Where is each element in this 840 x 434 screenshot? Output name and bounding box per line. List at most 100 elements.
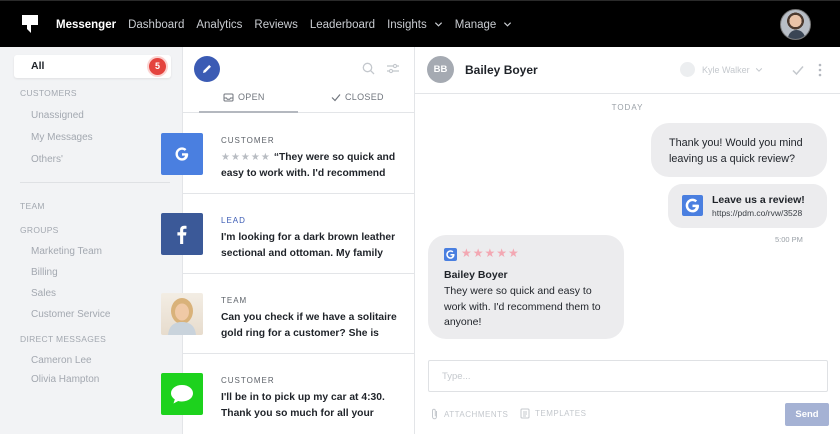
sidebar-item-all[interactable]: All 5: [14, 55, 171, 78]
sidebar-item-all-label: All: [31, 60, 45, 72]
review-link-title: Leave us a review!: [712, 194, 805, 206]
message-input[interactable]: [429, 361, 827, 391]
nav-manage-label: Manage: [454, 18, 497, 31]
nav-dashboard[interactable]: Dashboard: [128, 19, 184, 31]
compose-button[interactable]: [194, 56, 220, 82]
attachments-button[interactable]: ATTACHMENTS: [430, 408, 508, 420]
section-heading-team: TEAM: [20, 201, 45, 211]
sidebar-divider: [20, 182, 170, 183]
chevron-down-icon: [434, 22, 442, 27]
sidebar-item-others[interactable]: Others': [31, 154, 63, 165]
conversation-preview: ★★★★★ “They were so quick and easy to wor…: [221, 150, 401, 181]
incoming-review-bubble: ★★★★★ Bailey Boyer They were so quick an…: [428, 235, 624, 339]
assignee-name: Kyle Walker: [702, 64, 750, 75]
google-icon: [682, 195, 703, 216]
chat-header: BB Bailey Boyer Kyle Walker: [415, 47, 840, 94]
google-icon: [161, 133, 203, 175]
contact-avatar[interactable]: BB: [427, 56, 454, 83]
search-icon[interactable]: [362, 62, 375, 75]
sms-message-icon: [161, 373, 203, 415]
attachments-label: ATTACHMENTS: [444, 409, 509, 419]
chevron-down-icon: [504, 22, 512, 27]
send-button[interactable]: Send: [785, 403, 829, 426]
message-timestamp: 5:00 PM: [775, 235, 803, 244]
nav-insights-label: Insights: [387, 18, 427, 31]
conversation-item[interactable]: TEAM Can you check if we have a solitair…: [161, 274, 415, 354]
nav-leaderboard-label: Leaderboard: [309, 18, 376, 31]
main-nav: Messenger Dashboard Analytics Reviews Le…: [56, 1, 524, 48]
check-icon: [331, 93, 341, 101]
sidebar-item-sales[interactable]: Sales: [31, 288, 56, 299]
paperclip-icon: [432, 408, 437, 420]
sidebar-item-marketing-team[interactable]: Marketing Team: [31, 246, 102, 257]
date-divider: TODAY: [611, 103, 644, 112]
tab-closed-label: CLOSED: [345, 92, 384, 102]
nav-leaderboard[interactable]: Leaderboard: [310, 19, 375, 31]
nav-insights[interactable]: Insights: [387, 19, 443, 31]
podium-logo-icon[interactable]: [20, 14, 40, 34]
tab-closed[interactable]: CLOSED: [331, 92, 384, 102]
pencil-icon: [203, 65, 211, 73]
sidebar-item-cameron-lee[interactable]: Cameron Lee: [31, 355, 92, 366]
active-tab-indicator: [199, 111, 298, 113]
user-avatar[interactable]: [780, 9, 811, 40]
nav-reviews[interactable]: Reviews: [254, 19, 297, 31]
conversation-preview: I'm looking for a dark brown leather sec…: [221, 232, 396, 259]
sidebar-item-my-messages[interactable]: My Messages: [31, 132, 93, 143]
chat-pane: BB Bailey Boyer Kyle Walker TODAY Thank …: [415, 47, 840, 434]
nav-reviews-label: Reviews: [254, 18, 298, 31]
nav-messenger-label: Messenger: [56, 18, 117, 31]
nav-manage[interactable]: Manage: [455, 19, 513, 31]
sidebar-item-unassigned[interactable]: Unassigned: [31, 110, 84, 121]
conversation-tag: LEAD: [221, 216, 246, 225]
review-link-bubble[interactable]: Leave us a review! https://pdm.co/rvw/35…: [668, 184, 827, 228]
message-composer: [428, 360, 828, 392]
chevron-down-icon: [755, 67, 762, 72]
review-link-url[interactable]: https://pdm.co/rvw/3528: [712, 208, 802, 218]
templates-label: TEMPLATES: [535, 409, 587, 418]
tab-open-label: OPEN: [238, 92, 265, 102]
outgoing-message-bubble: Thank you! Would you mind leaving us a q…: [651, 123, 827, 177]
templates-button[interactable]: TEMPLATES: [520, 408, 586, 419]
unread-count-badge: 5: [149, 58, 166, 75]
review-rating-stars: ★★★★★: [461, 246, 520, 260]
filter-icon[interactable]: [386, 62, 400, 75]
conversation-item[interactable]: CUSTOMER ★★★★★ “They were so quick and ea…: [161, 114, 415, 194]
assignee-avatar: [680, 62, 695, 77]
conversation-tag: CUSTOMER: [221, 376, 275, 385]
google-icon: [444, 248, 457, 261]
template-document-icon: [520, 408, 530, 419]
sidebar-item-billing[interactable]: Billing: [31, 267, 58, 278]
more-options-icon[interactable]: [817, 62, 823, 78]
section-heading-direct-messages: DIRECT MESSAGES: [20, 334, 107, 344]
facebook-icon: [161, 213, 203, 255]
reviewer-name: Bailey Boyer: [444, 269, 508, 281]
section-heading-groups: GROUPS: [20, 225, 59, 235]
sidebar-item-customer-service[interactable]: Customer Service: [31, 309, 110, 320]
sidebar: All 5 CUSTOMERS Unassigned My Messages O…: [0, 47, 183, 434]
nav-messenger[interactable]: Messenger: [56, 19, 116, 31]
team-member-photo: [161, 293, 203, 335]
nav-analytics[interactable]: Analytics: [196, 19, 242, 31]
tab-open[interactable]: OPEN: [223, 92, 265, 102]
close-conversation-check-icon[interactable]: [791, 63, 805, 77]
conversation-tabs: OPEN CLOSED: [183, 85, 415, 113]
sidebar-item-olivia-hampton[interactable]: Olivia Hampton: [31, 374, 99, 385]
conversation-item[interactable]: LEAD I'm looking for a dark brown leathe…: [161, 194, 415, 274]
review-text: They were so quick and easy to work with…: [444, 285, 601, 328]
nav-dashboard-label: Dashboard: [128, 18, 185, 31]
nav-analytics-label: Analytics: [196, 18, 243, 31]
inbox-icon: [223, 93, 234, 101]
assignee-dropdown[interactable]: Kyle Walker: [680, 62, 763, 77]
conversation-tag: TEAM: [221, 296, 248, 305]
top-navigation-bar: Messenger Dashboard Analytics Reviews Le…: [0, 0, 840, 47]
section-heading-customers: CUSTOMERS: [20, 88, 77, 98]
rating-stars: ★★★★★: [221, 152, 271, 163]
conversation-tag: CUSTOMER: [221, 136, 275, 145]
conversation-list: OPEN CLOSED CUSTOMER ★★★★★ “They were so …: [161, 47, 415, 434]
conversation-preview: I'll be in to pick up my car at 4:30. Th…: [221, 392, 385, 419]
conversation-item[interactable]: CUSTOMER I'll be in to pick up my car at…: [161, 354, 415, 434]
outgoing-message-text: Thank you! Would you mind leaving us a q…: [669, 137, 803, 165]
contact-name[interactable]: Bailey Boyer: [465, 63, 538, 77]
conversation-preview: Can you check if we have a solitaire gol…: [221, 312, 397, 339]
